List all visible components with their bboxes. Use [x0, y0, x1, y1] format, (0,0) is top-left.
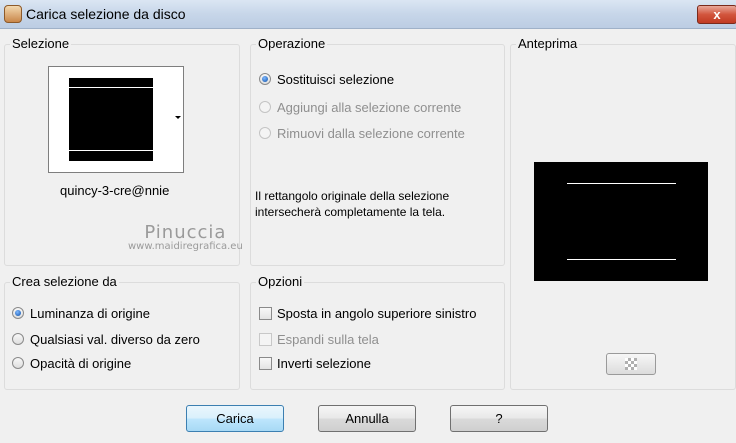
selection-file-name: quincy-3-cre@nnie	[60, 183, 170, 198]
checkbox[interactable]	[259, 357, 272, 370]
preview-line	[567, 183, 676, 184]
close-icon: x	[713, 7, 721, 22]
chevron-down-icon	[175, 116, 181, 119]
window-title: Carica selezione da disco	[26, 6, 186, 22]
info-line-2: intersecherà completamente la tela.	[255, 205, 446, 219]
thumbnail-line	[69, 150, 153, 151]
radio-button[interactable]	[12, 357, 24, 369]
info-line-1: Il rettangolo originale della selezione	[255, 189, 450, 203]
opzioni-title: Opzioni	[256, 274, 305, 290]
selection-thumbnail	[69, 78, 153, 161]
load-button[interactable]: Carica	[186, 405, 284, 432]
title-bar: Carica selezione da disco x	[0, 0, 736, 29]
checkbox-label: Sposta in angolo superiore sinistro	[277, 306, 477, 321]
selezione-title: Selezione	[10, 36, 72, 52]
app-icon	[4, 5, 22, 23]
radio-button[interactable]	[259, 73, 271, 85]
watermark-name: Pinuccia	[144, 222, 227, 243]
operation-info-text: Il rettangolo originale della selezione …	[255, 188, 449, 220]
watermark: Pinuccia www.maidiregrafica.eu	[128, 222, 243, 252]
radio-button[interactable]	[259, 127, 271, 139]
anteprima-title: Anteprima	[516, 36, 580, 52]
radio-button[interactable]	[12, 333, 24, 345]
crea-selezione-title: Crea selezione da	[10, 274, 119, 290]
radio-button[interactable]	[259, 101, 271, 113]
watermark-site: www.maidiregrafica.eu	[128, 241, 243, 252]
close-button[interactable]: x	[697, 5, 736, 24]
preview-image	[534, 162, 708, 281]
preview-line	[567, 259, 676, 260]
checkbox-label: Inverti selezione	[277, 356, 371, 371]
selection-thumbnail-dropdown[interactable]	[48, 66, 184, 173]
radio-label: Rimuovi dalla selezione corrente	[277, 126, 465, 141]
checkbox-label: Espandi sulla tela	[277, 332, 379, 347]
checkerboard-icon	[625, 358, 637, 370]
operazione-title: Operazione	[256, 36, 328, 52]
transparency-toggle-button[interactable]	[606, 353, 656, 375]
radio-label: Opacità di origine	[30, 356, 132, 371]
radio-label: Aggiungi alla selezione corrente	[277, 100, 462, 115]
thumbnail-line	[69, 87, 153, 88]
checkbox[interactable]	[259, 307, 272, 320]
radio-button[interactable]	[12, 307, 24, 319]
radio-label: Qualsiasi val. diverso da zero	[30, 332, 200, 347]
help-button[interactable]: ?	[450, 405, 548, 432]
cancel-button[interactable]: Annulla	[318, 405, 416, 432]
checkbox[interactable]	[259, 333, 272, 346]
radio-label: Luminanza di origine	[30, 306, 150, 321]
radio-label: Sostituisci selezione	[277, 72, 395, 87]
